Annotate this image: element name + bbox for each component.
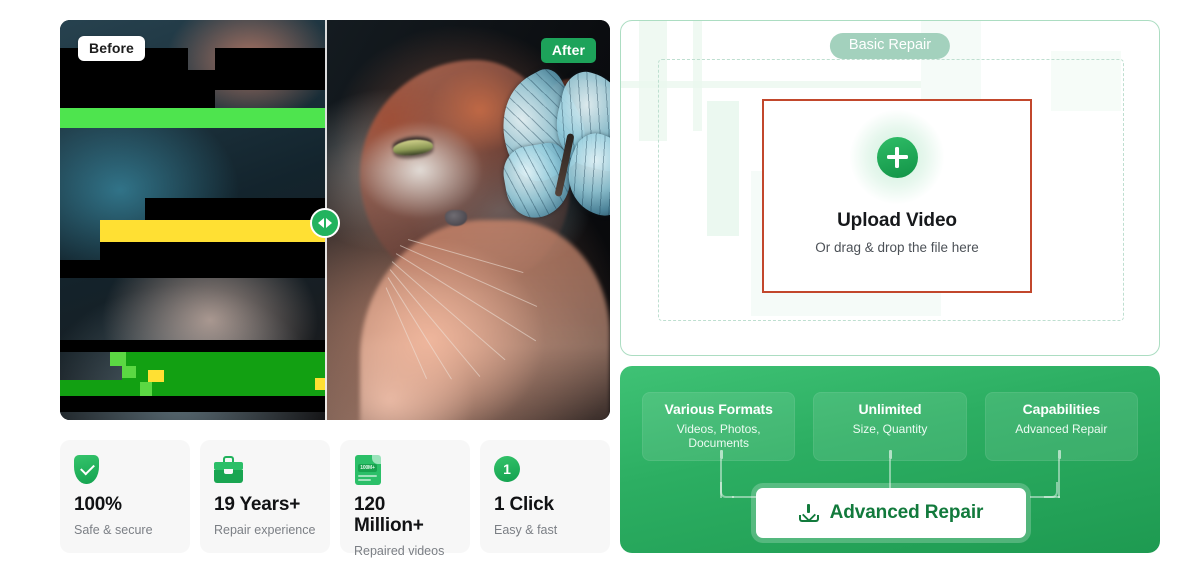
chevron-left-icon [318, 218, 324, 228]
plus-icon[interactable] [876, 136, 918, 178]
stat-card-experience: 19 Years+ Repair experience [200, 440, 330, 553]
stat-card-click: 1 1 Click Easy & fast [480, 440, 610, 553]
before-after-comparison[interactable]: After Before [60, 20, 610, 420]
cat-whiskers [385, 235, 590, 415]
advanced-repair-button-label: Advanced Repair [829, 502, 984, 523]
stat-value: 19 Years+ [214, 494, 301, 515]
tab-basic-repair[interactable]: Basic Repair [829, 33, 951, 59]
upload-subtitle: Or drag & drop the file here [815, 240, 979, 255]
feature-title: Unlimited [858, 401, 922, 417]
right-column: Basic Repair Upload Video Or drag & drop… [620, 20, 1160, 553]
after-badge: After [540, 38, 596, 63]
stats-row: 100% Safe & secure 19 Years+ Repair expe… [60, 440, 610, 558]
feature-subtitle: Videos, Photos, Documents [676, 422, 761, 450]
feature-title: Various Formats [664, 401, 773, 417]
plus-icon-wrapper [842, 109, 952, 205]
stat-value: 100% [74, 494, 122, 515]
before-badge: Before [78, 36, 145, 61]
stat-value: 120 Million+ [354, 494, 424, 536]
download-icon [798, 503, 819, 523]
butterfly-shape [480, 63, 610, 225]
stat-label: Repaired videos [354, 543, 445, 558]
cat-nose-shape [445, 210, 467, 226]
stat-label: Safe & secure [74, 522, 153, 537]
advanced-repair-button[interactable]: Advanced Repair [756, 488, 1026, 538]
feature-subtitle: Size, Quantity [852, 422, 928, 436]
upload-video-dropzone[interactable]: Upload Video Or drag & drop the file her… [762, 99, 1032, 293]
chevron-right-icon [326, 218, 332, 228]
comparison-slider-handle[interactable] [310, 208, 340, 238]
shield-check-icon [74, 455, 176, 485]
stat-label: Easy & fast [494, 522, 558, 537]
upload-title: Upload Video [837, 210, 957, 231]
feature-title: Capabilities [1022, 401, 1101, 417]
stat-card-safe: 100% Safe & secure [60, 440, 190, 553]
file-100m-icon: 100M+ [354, 455, 456, 485]
toolbox-icon [214, 455, 316, 485]
basic-repair-panel: Basic Repair Upload Video Or drag & drop… [620, 20, 1160, 356]
number-one-badge-text: 1 [494, 456, 520, 482]
file-badge-text: 100M+ [358, 464, 377, 472]
number-one-icon: 1 [494, 455, 596, 485]
before-image: Before [60, 20, 325, 420]
app-root: After Before 100% Safe & secure 19 Years… [0, 0, 1200, 573]
advanced-repair-panel: Various Formats Videos, Photos, Document… [620, 366, 1160, 553]
stat-value: 1 Click [494, 494, 554, 515]
stat-label: Repair experience [214, 522, 316, 537]
feature-subtitle: Advanced Repair [1015, 422, 1108, 436]
left-column: After Before 100% Safe & secure 19 Years… [60, 20, 610, 558]
stat-card-repaired: 100M+ 120 Million+ Repaired videos [340, 440, 470, 558]
